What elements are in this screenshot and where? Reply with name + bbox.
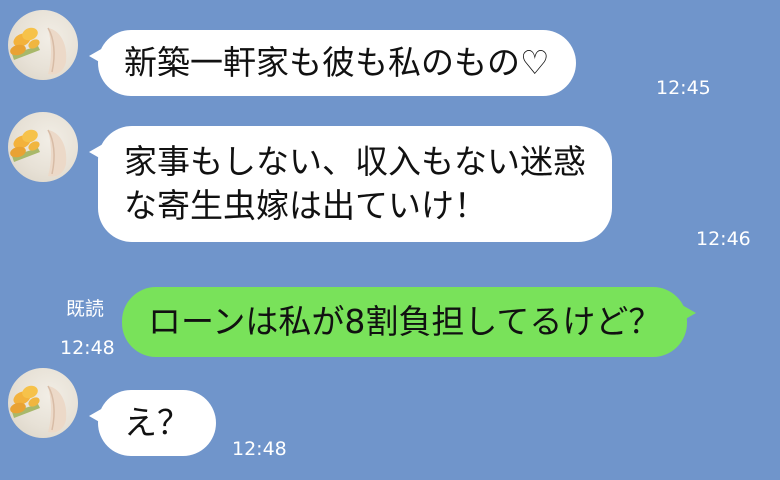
message-time: 12:48 <box>232 438 287 460</box>
message-bubble[interactable]: え？ <box>89 390 216 456</box>
message-time: 12:48 <box>60 337 115 359</box>
message-time: 12:46 <box>696 228 751 250</box>
message-text-line: な寄生虫嫁は出ていけ！ <box>124 186 487 225</box>
contact-avatar-icon[interactable] <box>8 112 78 182</box>
tulip-bouquet-icon <box>10 385 67 433</box>
message-bubble[interactable]: 新築一軒家も彼も私のもの♡ <box>89 30 576 96</box>
message-time: 12:45 <box>656 77 711 99</box>
read-receipt: 既読 <box>66 298 105 320</box>
contact-avatar-icon[interactable] <box>8 10 78 80</box>
sent-message-bubble[interactable]: ローンは私が8割負担してるけど？ <box>122 287 697 357</box>
message-text: ローンは私が8割負担してるけど？ <box>148 302 662 341</box>
message-bubble[interactable]: 家事もしない、収入もない迷惑 な寄生虫嫁は出ていけ！ <box>89 126 612 242</box>
message-text: え？ <box>124 403 190 442</box>
tulip-bouquet-icon <box>10 27 67 75</box>
message-text-line: 家事もしない、収入もない迷惑 <box>124 142 586 181</box>
contact-avatar-icon[interactable] <box>8 368 78 438</box>
message-text: 新築一軒家も彼も私のもの♡ <box>124 43 550 82</box>
tulip-bouquet-icon <box>10 129 67 177</box>
